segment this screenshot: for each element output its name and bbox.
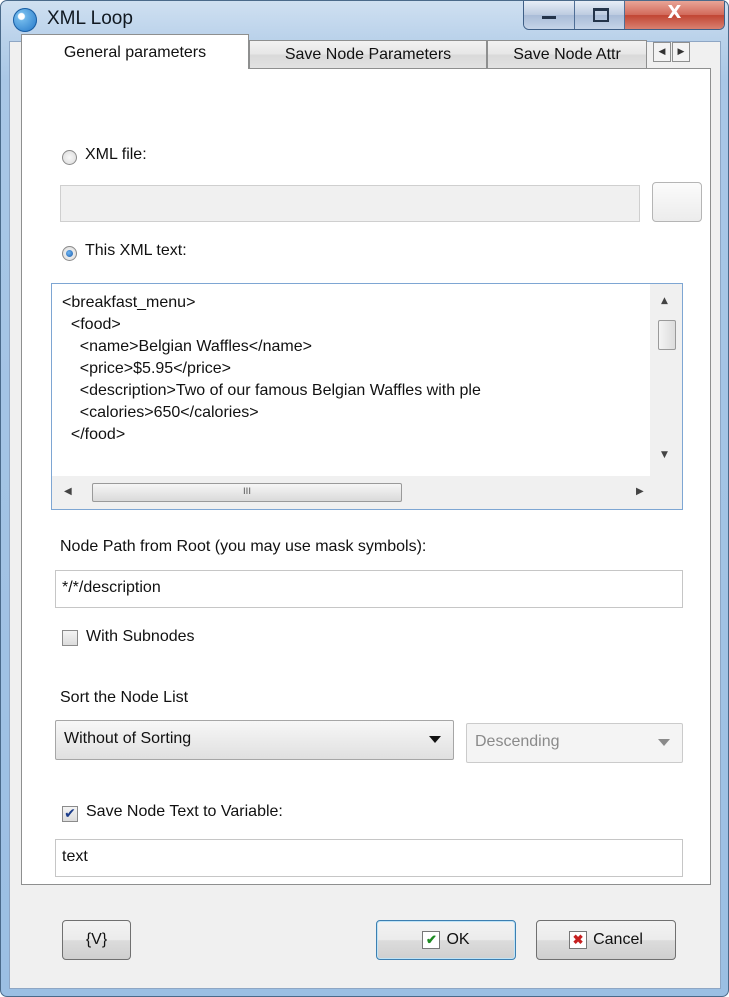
maximize-icon xyxy=(592,8,609,22)
tab-scroll-right-icon[interactable]: ▶ xyxy=(672,42,690,62)
vertical-scroll-thumb[interactable] xyxy=(658,320,676,350)
with-subnodes-label: With Subnodes xyxy=(86,628,195,645)
sort-mode-dropdown[interactable]: Without of Sorting xyxy=(55,720,454,760)
xml-line: <name>Belgian Waffles</name> xyxy=(62,338,312,355)
cancel-label: Cancel xyxy=(593,931,643,948)
tab-general-parameters[interactable]: General parameters xyxy=(21,34,249,69)
sort-order-dropdown[interactable]: Descending xyxy=(466,723,683,763)
close-button[interactable]: X xyxy=(625,1,724,29)
xml-line: <food> xyxy=(62,316,121,333)
sort-label: Sort the Node List xyxy=(60,689,189,706)
maximize-button[interactable] xyxy=(574,1,625,29)
xml-line: <price>$5.95</price> xyxy=(62,360,231,377)
node-path-label: Node Path from Root (you may use mask sy… xyxy=(60,538,427,555)
xml-file-radio[interactable] xyxy=(62,150,77,165)
xml-line: <calories>650</calories> xyxy=(62,404,259,421)
sort-mode-value: Without of Sorting xyxy=(64,730,192,747)
horizontal-scroll-thumb[interactable]: III xyxy=(92,483,402,502)
tab-scroll-left-icon[interactable]: ◀ xyxy=(653,42,671,62)
xml-text-editor[interactable]: <breakfast_menu> <food> <name>Belgian Wa… xyxy=(51,283,683,510)
scroll-left-icon[interactable]: ◀ xyxy=(64,486,72,497)
tab-strip: General parameters Save Node Parameters … xyxy=(21,34,711,69)
checkmark-icon: ✔ xyxy=(422,930,441,949)
caption-buttons: X xyxy=(523,1,725,30)
tab-save-node-attributes[interactable]: Save Node Attr xyxy=(487,40,647,68)
xml-file-label: XML file: xyxy=(85,146,147,163)
variable-name-input[interactable]: text xyxy=(55,839,683,877)
browse-file-button[interactable] xyxy=(652,182,702,222)
scroll-up-icon[interactable]: ▲ xyxy=(661,296,668,306)
cancel-x-icon: ✖ xyxy=(569,930,588,949)
scroll-down-icon[interactable]: ▼ xyxy=(661,450,668,460)
chevron-down-icon xyxy=(429,736,441,743)
minimize-icon xyxy=(542,16,556,19)
cancel-button[interactable]: ✖ Cancel xyxy=(536,920,676,960)
node-path-input[interactable]: */*/description xyxy=(55,570,683,608)
save-node-text-label: Save Node Text to Variable: xyxy=(86,803,283,820)
ok-label: OK xyxy=(446,931,470,948)
scroll-right-icon[interactable]: ▶ xyxy=(636,486,644,497)
with-subnodes-checkbox[interactable] xyxy=(62,630,78,646)
xml-text-content[interactable]: <breakfast_menu> <food> <name>Belgian Wa… xyxy=(62,292,650,468)
chevron-down-icon xyxy=(658,739,670,746)
window-title: XML Loop xyxy=(47,8,133,29)
xml-line: <description>Two of our famous Belgian W… xyxy=(62,382,481,399)
close-icon: X xyxy=(667,2,682,23)
minimize-button[interactable] xyxy=(524,1,575,29)
xml-file-input[interactable] xyxy=(60,185,640,222)
horizontal-scrollbar[interactable]: ◀ III ▶ xyxy=(52,476,652,509)
vertical-scrollbar[interactable]: ▲ ▼ xyxy=(650,284,682,476)
tab-save-node-parameters[interactable]: Save Node Parameters xyxy=(249,40,487,68)
app-icon xyxy=(13,8,37,32)
ok-button[interactable]: ✔ OK xyxy=(376,920,516,960)
save-node-text-checkbox[interactable]: ✔ xyxy=(62,806,78,822)
xml-line: <breakfast_menu> xyxy=(62,294,196,311)
variables-button[interactable]: {V} xyxy=(62,920,131,960)
xml-text-radio[interactable] xyxy=(62,246,77,261)
xml-line: </food> xyxy=(62,426,126,443)
sort-order-value: Descending xyxy=(475,733,560,750)
scrollbar-corner xyxy=(650,476,682,509)
xml-text-label: This XML text: xyxy=(85,242,187,259)
